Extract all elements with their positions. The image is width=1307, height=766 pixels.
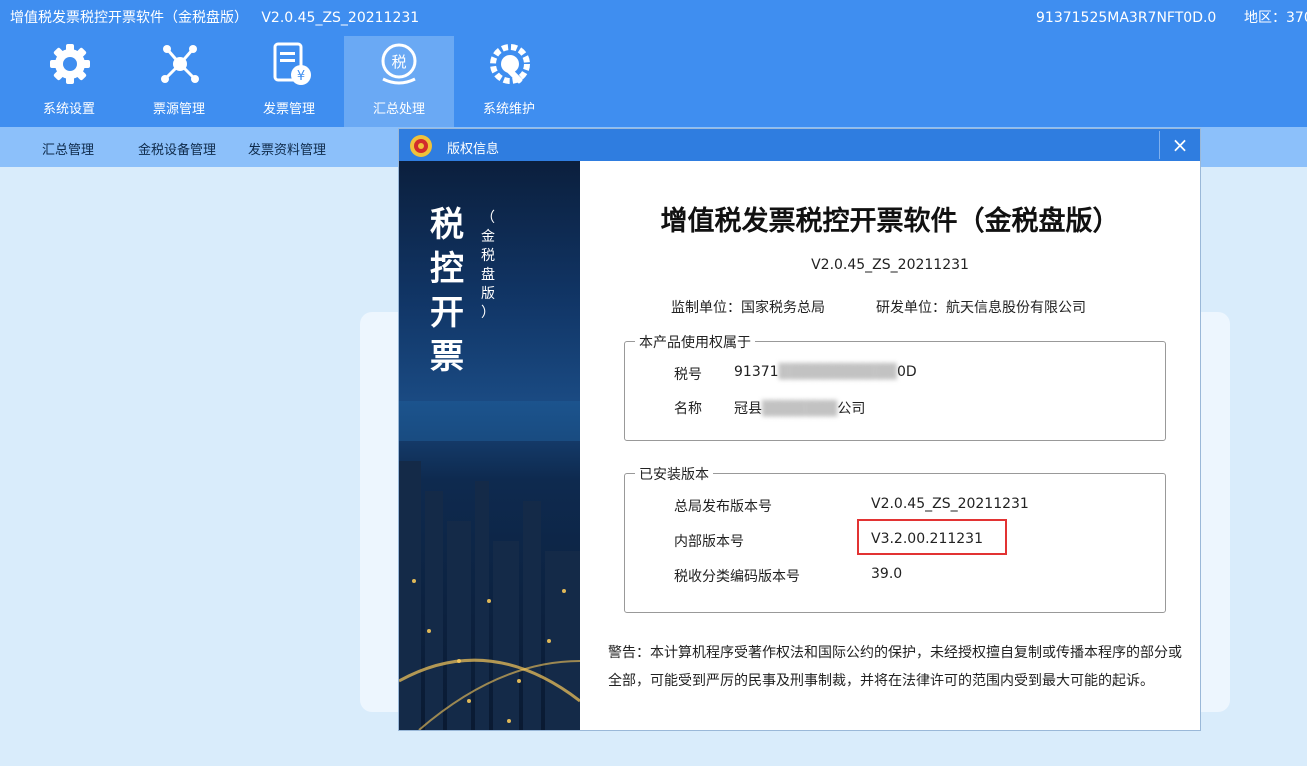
network-icon — [161, 45, 199, 83]
supervising-unit: 监制单位：国家税务总局 — [671, 300, 825, 316]
developing-unit: 研发单位：航天信息股份有限公司 — [876, 300, 1086, 316]
toolbar-label: 发票管理 — [262, 102, 315, 117]
product-version: V2.0.45_ZS_20211231 — [811, 257, 969, 273]
owner-group-legend: 本产品使用权属于 — [635, 332, 755, 352]
dialog-title: 版权信息 — [447, 142, 500, 157]
side-subtitle-char: （ — [481, 210, 495, 226]
side-subtitle-char: 盘 — [481, 267, 495, 283]
subnav-invoice-data-management[interactable]: 发票资料管理 — [248, 139, 326, 158]
internal-version-value: V3.2.00.211231 — [871, 531, 983, 547]
redacted-text: ▒▒▒▒▒▒▒▒▒▒▒ — [778, 364, 897, 380]
side-char: 开 — [430, 293, 464, 333]
tax-id-prefix: 91371 — [734, 364, 779, 380]
tax-id-suffix: 0D — [896, 364, 917, 380]
company-name-suffix: 公司 — [837, 401, 866, 417]
toolbar-label: 系统维护 — [482, 102, 535, 117]
tax-emblem-icon — [410, 135, 432, 157]
company-name-label: 名称 — [674, 401, 702, 417]
city-night-image: 税 控 开 票 （ 金 税 盘 版 ） — [399, 161, 580, 730]
toolbar-ticket-source[interactable]: 票源管理 — [124, 36, 234, 127]
side-subtitle-char: 税 — [481, 248, 495, 264]
tax-summary-icon: 税 — [381, 43, 417, 85]
toolbar-system-settings[interactable]: 系统设置 — [14, 36, 124, 127]
tax-id-label: 税号 — [674, 367, 702, 383]
dialog-content: 增值税发票税控开票软件（金税盘版） V2.0.45_ZS_20211231 监制… — [580, 161, 1200, 730]
internal-version-label: 内部版本号 — [674, 534, 744, 550]
copyright-warning: 警告：本计算机程序受著作权法和国际公约的保护，未经授权擅自复制或传播本程序的部分… — [608, 645, 1182, 689]
toolbar-label: 系统设置 — [42, 102, 95, 117]
copyright-dialog: 版权信息 × 税 控 开 票 （ 金 税 盘 版 ） 增值税发票税控开票软件（金… — [398, 128, 1201, 731]
release-version-value: V2.0.45_ZS_20211231 — [871, 496, 1029, 512]
toolbar-system-maintenance[interactable]: 系统维护 — [454, 36, 564, 127]
side-subtitle-char: 金 — [481, 229, 495, 245]
tax-id-display: 91371525MA3R7NFT0D.0 — [1036, 10, 1217, 26]
side-char: 控 — [430, 249, 464, 289]
gear-icon — [50, 44, 90, 84]
tax-code-version-value: 39.0 — [871, 566, 903, 582]
company-name-value: 冠县▒▒▒▒▒▒▒公司 — [734, 398, 865, 418]
release-version-label: 总局发布版本号 — [674, 499, 772, 515]
subnav-summary-management[interactable]: 汇总管理 — [42, 139, 94, 158]
toolbar-label: 汇总处理 — [372, 102, 425, 117]
side-title: 税 控 开 票 — [427, 203, 467, 379]
main-toolbar: 系统设置 票源管理 ¥ 发票管理 税 汇总处理 系统维护 — [0, 36, 1307, 127]
installed-version-group: 已安装版本 总局发布版本号 V2.0.45_ZS_20211231 内部版本号 … — [624, 464, 1166, 613]
invoice-icon: ¥ — [273, 42, 311, 85]
tax-id-value: 91371▒▒▒▒▒▒▒▒▒▒▒0D — [734, 364, 917, 380]
subnav-device-management[interactable]: 金税设备管理 — [138, 139, 216, 158]
side-char: 税 — [430, 205, 464, 245]
owner-group: 本产品使用权属于 税号 91371▒▒▒▒▒▒▒▒▒▒▒0D 名称 冠县▒▒▒▒… — [624, 332, 1166, 441]
svg-text:税: 税 — [391, 53, 406, 71]
close-button[interactable]: × — [1159, 131, 1200, 159]
redacted-text: ▒▒▒▒▒▒▒ — [762, 401, 838, 417]
region-display: 地区：370 — [1244, 10, 1307, 26]
side-subtitle: （ 金 税 盘 版 ） — [477, 209, 499, 323]
tax-code-version-label: 税收分类编码版本号 — [674, 569, 800, 585]
side-subtitle-char: ） — [481, 305, 495, 321]
company-name-prefix: 冠县 — [734, 401, 762, 417]
product-title: 增值税发票税控开票软件（金税盘版） — [660, 206, 1120, 237]
title-bar: 增值税发票税控开票软件（金税盘版） V2.0.45_ZS_20211231 91… — [0, 0, 1307, 36]
version-group-legend: 已安装版本 — [635, 464, 713, 484]
svg-text:¥: ¥ — [297, 69, 305, 84]
app-title: 增值税发票税控开票软件（金税盘版） V2.0.45_ZS_20211231 — [10, 10, 420, 26]
side-subtitle-char: 版 — [481, 286, 495, 302]
wrench-gear-icon — [490, 44, 530, 84]
toolbar-summary-processing[interactable]: 税 汇总处理 — [344, 36, 454, 127]
toolbar-label: 票源管理 — [152, 102, 205, 117]
dialog-header: 版权信息 × — [399, 129, 1200, 161]
side-char: 票 — [430, 337, 464, 377]
toolbar-invoice-management[interactable]: ¥ 发票管理 — [234, 36, 344, 127]
